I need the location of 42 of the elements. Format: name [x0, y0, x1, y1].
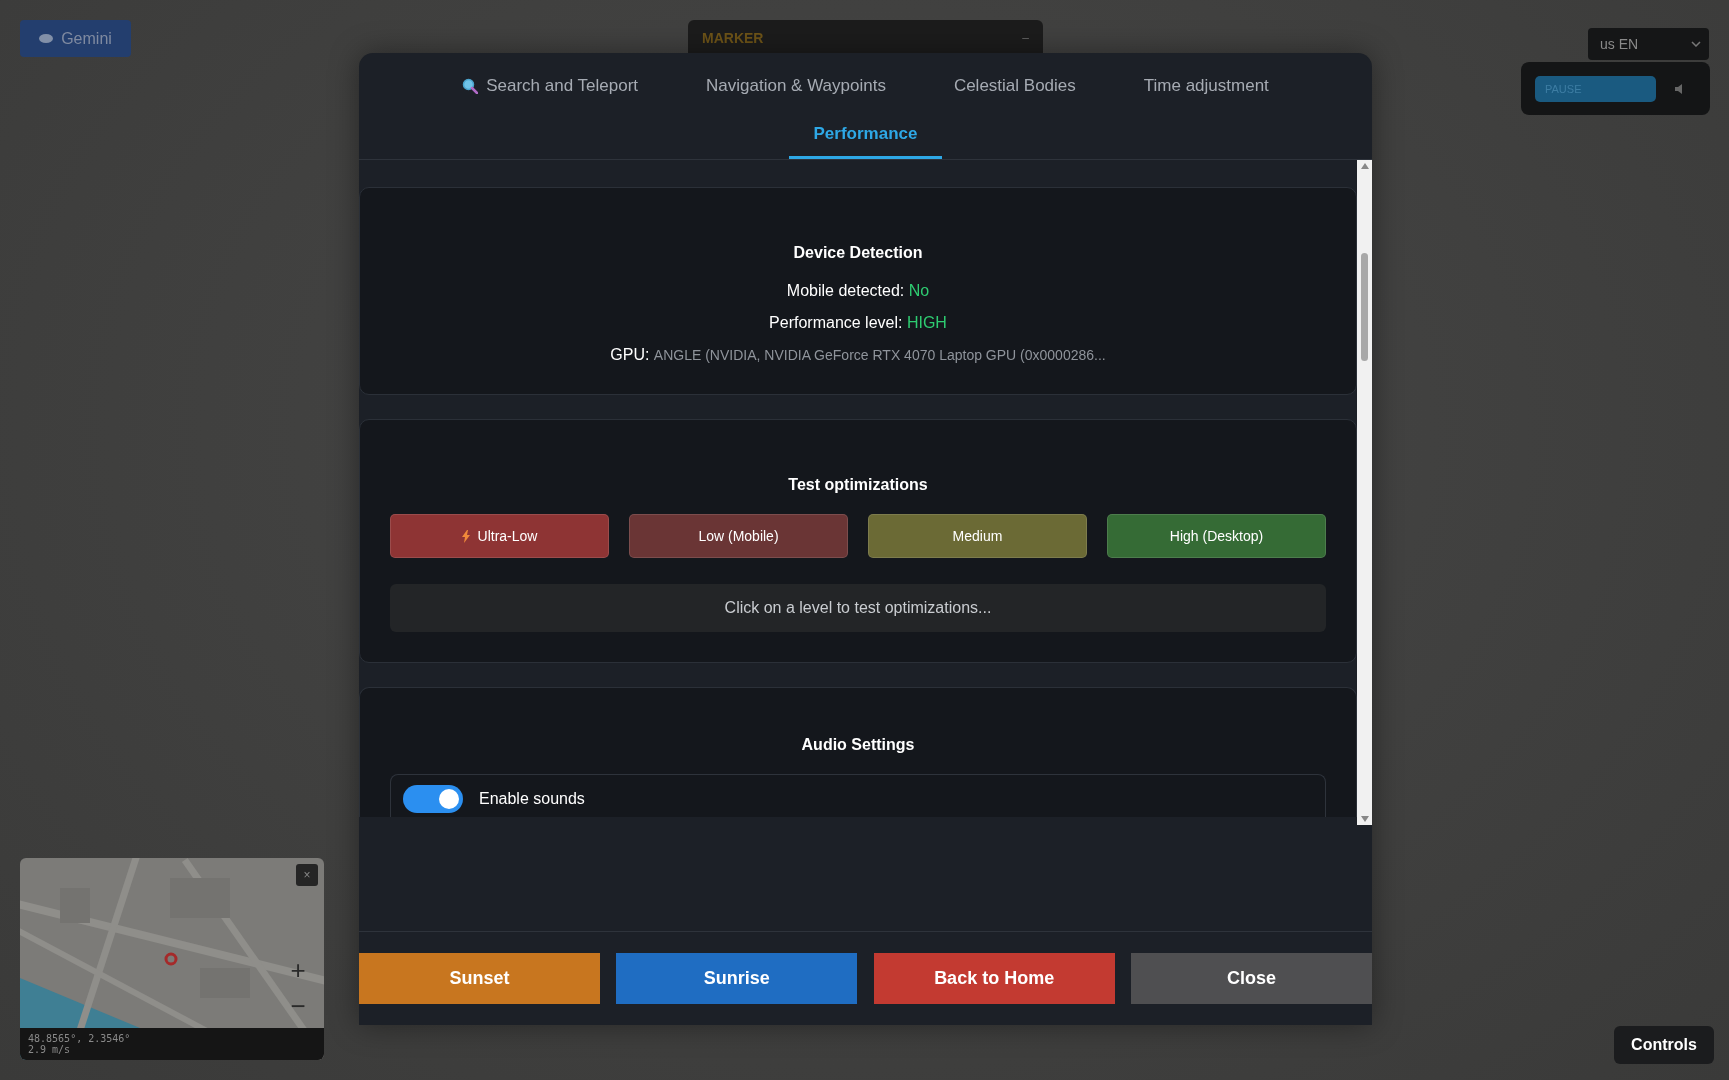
zoom-in-button[interactable]: +: [284, 952, 312, 988]
chevron-down-icon: [1691, 41, 1701, 47]
scroll-up-icon[interactable]: [1360, 163, 1369, 169]
level-button[interactable]: High (Desktop): [1107, 514, 1326, 558]
tab[interactable]: Navigation & Waypoints: [694, 63, 898, 111]
search-icon: [462, 77, 479, 94]
scrollbar[interactable]: [1357, 160, 1372, 825]
close-button[interactable]: ×: [296, 864, 318, 886]
cloud-icon: [39, 34, 54, 43]
scroll-down-icon[interactable]: [1360, 816, 1369, 822]
toggle-label: Enable sounds: [479, 790, 585, 808]
action-button[interactable]: Close: [1131, 953, 1372, 1004]
action-button[interactable]: Sunrise: [616, 953, 858, 1004]
level-button[interactable]: Ultra-Low: [390, 514, 609, 558]
info-line: GPU: ANGLE (NVIDIA, NVIDIA GeForce RTX 4070 Laptop GPU (0x0000286...: [610, 346, 1106, 364]
tab[interactable]: Celestial Bodies: [941, 63, 1088, 111]
level-button[interactable]: Medium: [868, 514, 1087, 558]
level-button[interactable]: Low (Mobile): [629, 514, 848, 558]
scrollbar-thumb[interactable]: [1361, 253, 1368, 361]
info-line: Performance level: HIGH: [769, 314, 947, 332]
location-pin-icon: [164, 952, 178, 966]
section-title: Device Detection: [793, 244, 923, 262]
marker-title: MARKER: [702, 30, 764, 48]
tab[interactable]: Time adjustment: [1131, 63, 1281, 111]
minimize-button[interactable]: –: [1022, 30, 1029, 46]
info-line: Mobile detected: No: [786, 282, 930, 300]
section-title: Test optimizations: [788, 476, 928, 494]
action-button[interactable]: Sunset: [359, 953, 600, 1004]
tab[interactable]: Search and Teleport: [450, 63, 651, 111]
speed-text: 2.9 m/s: [28, 1044, 72, 1055]
controls-button[interactable]: Controls: [1614, 1026, 1714, 1064]
zoom-out-button[interactable]: −: [284, 988, 312, 1024]
action-button[interactable]: Back to Home: [873, 953, 1115, 1004]
language-select[interactable]: us EN: [1588, 28, 1709, 60]
status-message: Click on a level to test optimizations...: [390, 584, 1326, 632]
gemini-label: Gemini: [61, 29, 112, 48]
gemini-button[interactable]: Gemini: [20, 20, 131, 57]
coordinates-text: 48.8565°, 2.3546°: [28, 1033, 132, 1044]
tab[interactable]: Performance: [788, 111, 943, 159]
toggle-switch[interactable]: [403, 785, 463, 813]
lightning-icon: [461, 529, 470, 543]
section-title: Audio Settings: [801, 736, 915, 754]
